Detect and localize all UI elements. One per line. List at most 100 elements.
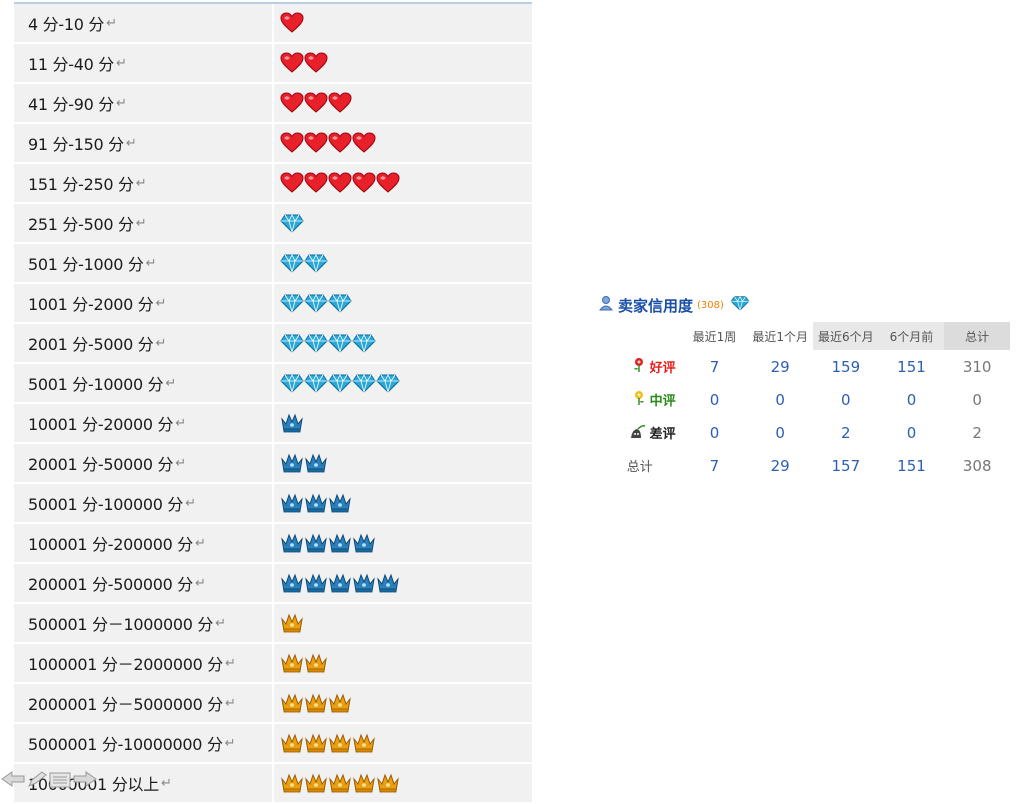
forward-arrow-icon[interactable] bbox=[72, 770, 98, 788]
return-mark-icon: ↵ bbox=[195, 535, 206, 551]
credit-value[interactable]: 0 bbox=[747, 383, 813, 416]
credit-value[interactable]: 0 bbox=[879, 383, 945, 416]
level-range-text: 20001 分-50000 分 bbox=[28, 455, 174, 474]
blue-crown-icon bbox=[280, 532, 304, 554]
dead-plant-icon bbox=[629, 423, 647, 443]
credit-value[interactable]: 151 bbox=[879, 350, 945, 383]
gold-crown-icon bbox=[304, 652, 328, 674]
level-icons bbox=[274, 444, 532, 482]
gold-crown-icon bbox=[304, 732, 328, 754]
return-mark-icon: ↵ bbox=[155, 335, 167, 351]
gold-crown-icon bbox=[280, 772, 304, 794]
credit-value[interactable]: 151 bbox=[879, 449, 945, 482]
blue-crown-icon bbox=[304, 572, 328, 594]
heart-icon bbox=[328, 172, 352, 194]
level-row: 4 分-10 分 ↵ bbox=[14, 4, 532, 42]
heart-icon bbox=[352, 172, 376, 194]
level-row: 2001 分-5000 分 ↵ bbox=[14, 324, 532, 362]
credit-row-label: 好评 bbox=[598, 350, 682, 383]
user-icon bbox=[598, 295, 614, 315]
blue-crown-icon bbox=[280, 572, 304, 594]
credit-row-label-text: 好评 bbox=[649, 361, 676, 376]
credit-value[interactable]: 159 bbox=[813, 350, 879, 383]
edit-pencil-icon[interactable] bbox=[26, 770, 48, 788]
level-icons bbox=[274, 124, 532, 162]
gold-crown-icon bbox=[304, 772, 328, 794]
credit-value[interactable]: 29 bbox=[747, 350, 813, 383]
diamond-icon bbox=[304, 292, 328, 314]
diamond-icon bbox=[328, 372, 352, 394]
credit-row-label: 差评 bbox=[598, 416, 682, 449]
level-range-text: 151 分-250 分 bbox=[28, 175, 134, 194]
blue-crown-icon bbox=[280, 412, 304, 434]
level-row: 500001 分－1000000 分 ↵ bbox=[14, 604, 532, 642]
gold-crown-icon bbox=[280, 692, 304, 714]
level-icons bbox=[274, 524, 532, 562]
credit-value[interactable]: 157 bbox=[813, 449, 879, 482]
credit-row: 总计 7 29 157 151 308 bbox=[598, 449, 1010, 482]
credit-title[interactable]: 卖家信用度 bbox=[618, 295, 693, 316]
credit-value[interactable]: 0 bbox=[813, 383, 879, 416]
column-header: 最近1个月 bbox=[752, 329, 808, 344]
return-mark-icon: ↵ bbox=[195, 575, 206, 591]
gold-crown-icon bbox=[280, 652, 304, 674]
level-row: 5000001 分-10000000 分 ↵ bbox=[14, 724, 532, 762]
credit-value: 310 bbox=[962, 357, 992, 376]
heart-icon bbox=[304, 52, 328, 74]
diamond-icon bbox=[280, 372, 304, 394]
return-mark-icon: ↵ bbox=[155, 295, 167, 311]
level-icons bbox=[274, 4, 532, 42]
back-arrow-icon[interactable] bbox=[0, 770, 26, 788]
credit-grid: 最近1周 最近1个月 最近6个月 6个月前 总计 好评 7 29 159 151 310 中评 0 0 0 0… bbox=[598, 322, 1010, 482]
heart-icon bbox=[352, 132, 376, 154]
credit-header: 卖家信用度 (308) bbox=[598, 292, 1010, 318]
heart-icon bbox=[280, 12, 304, 34]
level-range: 151 分-250 分 ↵ bbox=[14, 164, 272, 202]
diamond-icon bbox=[280, 292, 304, 314]
credit-value[interactable]: 29 bbox=[747, 449, 813, 482]
blue-crown-icon bbox=[328, 532, 352, 554]
level-range-text: 251 分-500 分 bbox=[28, 215, 134, 234]
level-icons bbox=[274, 724, 532, 762]
level-range: 500001 分－1000000 分 ↵ bbox=[14, 604, 272, 642]
level-range: 2000001 分－5000000 分 ↵ bbox=[14, 684, 272, 722]
level-range: 100001 分-200000 分 ↵ bbox=[14, 524, 272, 562]
credit-value[interactable]: 7 bbox=[682, 449, 748, 482]
return-mark-icon: ↵ bbox=[106, 15, 117, 31]
credit-value[interactable]: 0 bbox=[747, 416, 813, 449]
blue-crown-icon bbox=[304, 452, 328, 474]
gold-crown-icon bbox=[328, 732, 352, 754]
blue-crown-icon bbox=[304, 492, 328, 514]
credit-value[interactable]: 2 bbox=[813, 416, 879, 449]
credit-value[interactable]: 7 bbox=[682, 350, 748, 383]
level-range-text: 91 分-150 分 bbox=[28, 135, 124, 154]
level-row: 501 分-1000 分 ↵ bbox=[14, 244, 532, 282]
level-range: 5000001 分-10000000 分 ↵ bbox=[14, 724, 272, 762]
blue-crown-icon bbox=[280, 492, 304, 514]
heart-icon bbox=[376, 172, 400, 194]
diamond-icon bbox=[280, 212, 304, 234]
column-header: 总计 bbox=[944, 322, 1010, 350]
level-row: 91 分-150 分 ↵ bbox=[14, 124, 532, 162]
gold-crown-icon bbox=[352, 772, 376, 794]
credit-row: 中评 0 0 0 0 0 bbox=[598, 383, 1010, 416]
heart-icon bbox=[328, 132, 352, 154]
credit-value[interactable]: 0 bbox=[682, 383, 748, 416]
level-row: 251 分-500 分 ↵ bbox=[14, 204, 532, 242]
return-mark-icon: ↵ bbox=[115, 55, 127, 71]
level-range-text: 1000001 分－2000000 分 bbox=[28, 655, 223, 674]
menu-list-icon[interactable] bbox=[48, 770, 72, 788]
credit-value[interactable]: 0 bbox=[879, 416, 945, 449]
heart-icon bbox=[280, 92, 304, 114]
level-row: 41 分-90 分 ↵ bbox=[14, 84, 532, 122]
level-range: 41 分-90 分 ↵ bbox=[14, 84, 272, 122]
level-range-text: 4 分-10 分 bbox=[28, 15, 105, 34]
credit-value[interactable]: 0 bbox=[682, 416, 748, 449]
level-range: 5001 分-10000 分 ↵ bbox=[14, 364, 272, 402]
gold-crown-icon bbox=[304, 692, 328, 714]
credit-row-label: 中评 bbox=[598, 383, 682, 416]
level-range-text: 2001 分-5000 分 bbox=[28, 335, 154, 354]
level-range: 501 分-1000 分 ↵ bbox=[14, 244, 272, 282]
credit-score: (308) bbox=[697, 299, 724, 311]
column-header: 6个月前 bbox=[878, 322, 945, 350]
